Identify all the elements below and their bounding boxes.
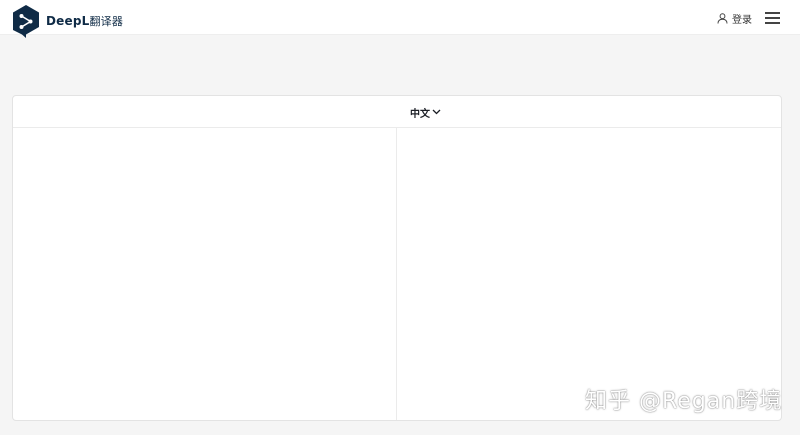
source-text-input[interactable] xyxy=(13,128,396,420)
top-navigation-bar: DeepL翻译器 登录 xyxy=(0,0,800,38)
login-button[interactable]: 登录 xyxy=(717,9,752,27)
hamburger-menu-button[interactable] xyxy=(765,12,781,26)
source-text-pane xyxy=(13,128,397,420)
target-text-pane xyxy=(397,128,781,420)
hamburger-menu-icon xyxy=(765,12,780,14)
deepl-logo-icon xyxy=(13,4,39,38)
brand-name-main: DeepL xyxy=(46,14,90,28)
deepl-logo[interactable]: DeepL翻译器 xyxy=(11,3,123,39)
target-text-output[interactable] xyxy=(397,128,781,420)
login-label: 登录 xyxy=(732,14,752,26)
chevron-down-icon xyxy=(432,109,441,115)
translator-panel: 中文 xyxy=(12,95,782,421)
user-icon xyxy=(717,12,728,24)
target-language-dropdown[interactable]: 中文 xyxy=(410,105,441,120)
translator-panel-header: 中文 xyxy=(13,96,781,128)
target-language-label: 中文 xyxy=(410,108,430,120)
brand-name: DeepL翻译器 xyxy=(46,15,123,27)
watermark: 知乎 @Regan跨境 xyxy=(585,389,783,414)
brand-name-suffix: 翻译器 xyxy=(89,15,124,28)
